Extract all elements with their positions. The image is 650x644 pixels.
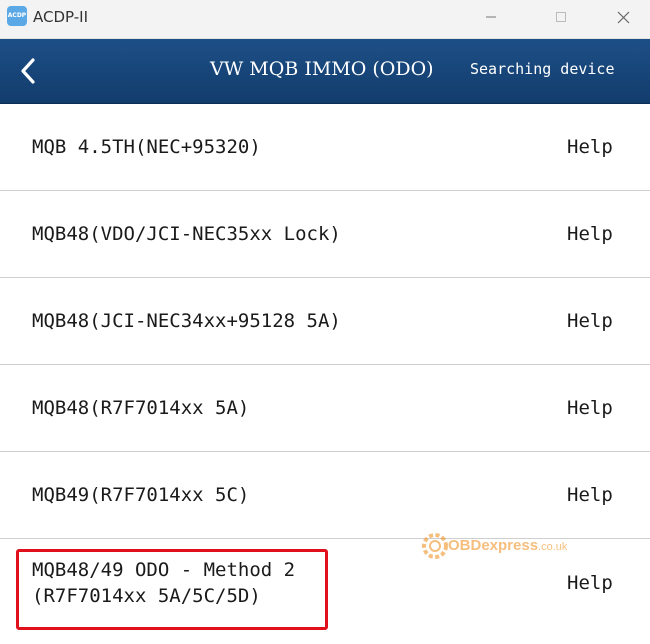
maximize-icon xyxy=(556,12,566,22)
list-item-label: MQB49(R7F7014xx 5C) xyxy=(32,484,250,506)
watermark-gear-icon xyxy=(422,533,448,559)
list-item-label: MQB48/49 ODO - Method 2 (R7F7014xx 5A/5C… xyxy=(32,559,296,607)
watermark: OBDexpress.co.uk xyxy=(420,528,580,564)
list-item[interactable]: MQB 4.5TH(NEC+95320) Help xyxy=(0,104,650,191)
list-item-label: MQB48(JCI-NEC34xx+95128 5A) xyxy=(32,310,341,332)
minimize-button[interactable] xyxy=(468,4,514,30)
window-titlebar: ACDP ACDP-II xyxy=(0,0,650,39)
list-item-label: MQB48(VDO/JCI-NEC35xx Lock) xyxy=(32,223,341,245)
device-status: Searching device xyxy=(470,60,615,78)
back-button[interactable] xyxy=(8,49,48,93)
page-title: VW MQB IMMO (ODO) xyxy=(210,58,434,80)
chevron-left-icon xyxy=(21,58,35,84)
watermark-text: OBDexpress.co.uk xyxy=(448,537,568,554)
list-item[interactable]: MQB48(R7F7014xx 5A) Help xyxy=(0,365,650,452)
close-icon xyxy=(617,11,629,23)
help-button[interactable]: Help xyxy=(567,397,613,419)
list-item[interactable]: MQB49(R7F7014xx 5C) Help xyxy=(0,452,650,539)
app-logo-icon: ACDP xyxy=(7,6,27,26)
help-button[interactable]: Help xyxy=(567,484,613,506)
help-button[interactable]: Help xyxy=(567,310,613,332)
list-item-label: MQB 4.5TH(NEC+95320) xyxy=(32,136,261,158)
list-item[interactable]: MQB48(VDO/JCI-NEC35xx Lock) Help xyxy=(0,191,650,278)
app-header: VW MQB IMMO (ODO) Searching device xyxy=(0,39,650,105)
minimize-icon xyxy=(486,16,496,18)
maximize-button[interactable] xyxy=(538,4,584,30)
help-button[interactable]: Help xyxy=(567,572,613,594)
help-button[interactable]: Help xyxy=(567,136,613,158)
close-button[interactable] xyxy=(600,4,646,30)
list-item[interactable]: MQB48(JCI-NEC34xx+95128 5A) Help xyxy=(0,278,650,365)
window-title: ACDP-II xyxy=(33,8,88,26)
list-item-label: MQB48(R7F7014xx 5A) xyxy=(32,397,250,419)
help-button[interactable]: Help xyxy=(567,223,613,245)
